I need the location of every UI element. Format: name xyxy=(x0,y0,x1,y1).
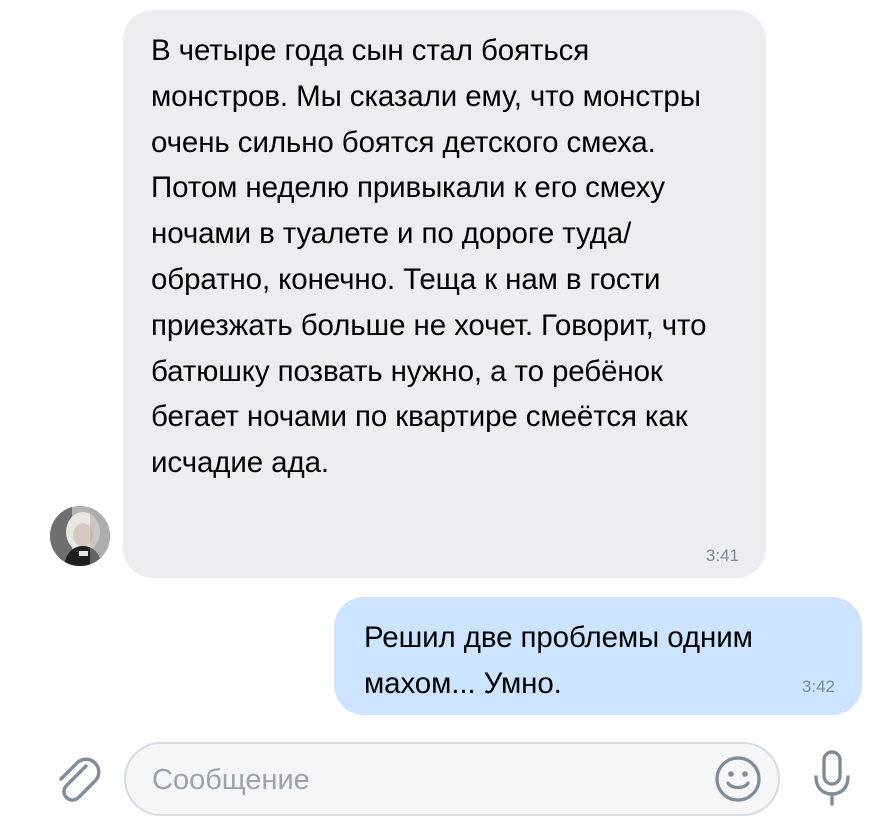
message-input[interactable] xyxy=(150,744,714,816)
message-time: 3:42 xyxy=(801,677,835,696)
message-list: В четыре года сын стал бояться монстров.… xyxy=(0,0,894,730)
microphone-icon[interactable] xyxy=(808,748,856,810)
message-text: В четыре года сын стал бояться монстров.… xyxy=(151,34,707,480)
message-input-box[interactable] xyxy=(124,742,780,816)
sender-avatar[interactable] xyxy=(50,506,110,566)
avatar-image xyxy=(50,506,110,566)
incoming-message-bubble[interactable]: В четыре года сын стал бояться монстров.… xyxy=(123,10,766,578)
outgoing-message-bubble[interactable]: Решил две проблемы одним махом... Умно. … xyxy=(334,597,862,715)
smile-icon[interactable] xyxy=(712,753,764,805)
message-time: 3:41 xyxy=(705,546,739,565)
message-text: Решил две проблемы одним махом... Умно. xyxy=(364,621,753,700)
paperclip-icon[interactable] xyxy=(50,752,104,806)
